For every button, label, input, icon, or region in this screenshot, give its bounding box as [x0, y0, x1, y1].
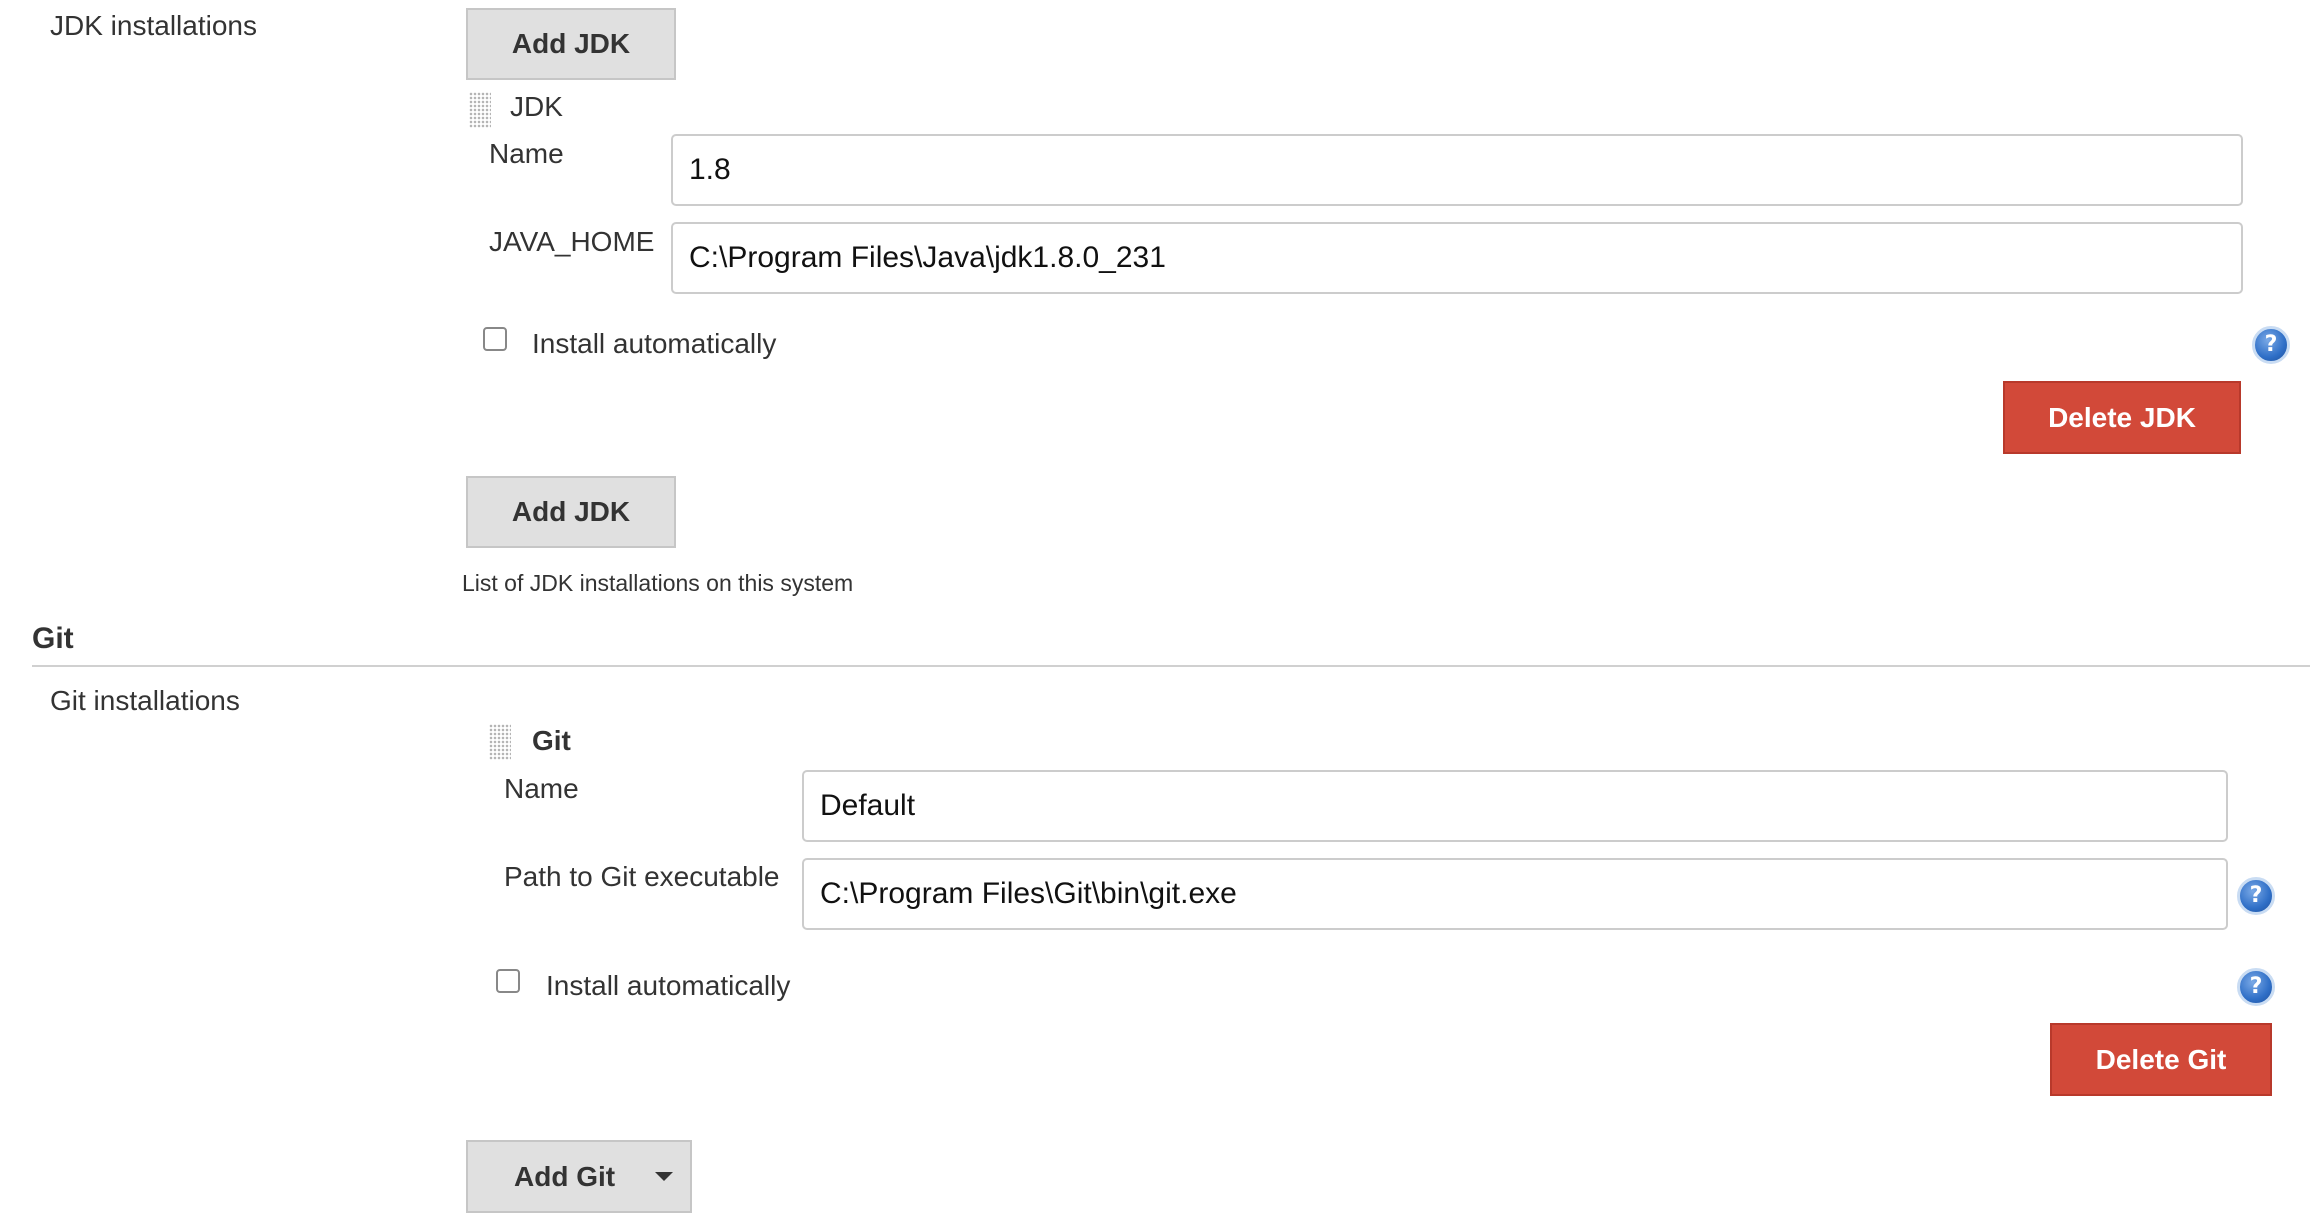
jdk-name-label: Name [489, 138, 564, 169]
drag-handle-icon[interactable] [489, 724, 511, 760]
delete-git-button[interactable]: Delete Git [2050, 1023, 2272, 1096]
git-section-heading: Git [32, 622, 74, 655]
jdk-install-automatically-checkbox[interactable] [483, 327, 507, 351]
git-name-label: Name [504, 773, 579, 804]
jdk-item-title: JDK [510, 91, 563, 122]
delete-jdk-button[interactable]: Delete JDK [2003, 381, 2241, 454]
help-icon[interactable]: ? [2237, 877, 2275, 915]
jdk-installations-label: JDK installations [50, 10, 257, 41]
help-icon[interactable]: ? [2252, 326, 2290, 364]
jdk-description: List of JDK installations on this system [462, 570, 854, 596]
add-jdk-button-top[interactable]: Add JDK [466, 8, 676, 80]
git-path-label: Path to Git executable [504, 861, 780, 892]
drag-handle-icon[interactable] [469, 92, 491, 128]
add-git-label: Add Git [514, 1160, 616, 1192]
section-divider [32, 665, 2310, 667]
add-git-dropdown-button[interactable]: Add Git [466, 1140, 692, 1213]
git-installations-label: Git installations [50, 685, 240, 716]
caret-down-icon [655, 1172, 674, 1181]
java-home-input[interactable] [671, 222, 2243, 294]
help-icon[interactable]: ? [2237, 968, 2275, 1006]
jdk-install-automatically-label: Install automatically [532, 328, 777, 359]
git-path-input[interactable] [802, 858, 2228, 930]
git-item-title: Git [532, 725, 571, 756]
jdk-name-input[interactable] [671, 134, 2243, 206]
git-install-automatically-checkbox[interactable] [496, 969, 520, 993]
git-install-automatically-label: Install automatically [546, 970, 791, 1001]
add-jdk-button-bottom[interactable]: Add JDK [466, 476, 676, 548]
java-home-label: JAVA_HOME [489, 226, 655, 257]
git-name-input[interactable] [802, 770, 2228, 842]
